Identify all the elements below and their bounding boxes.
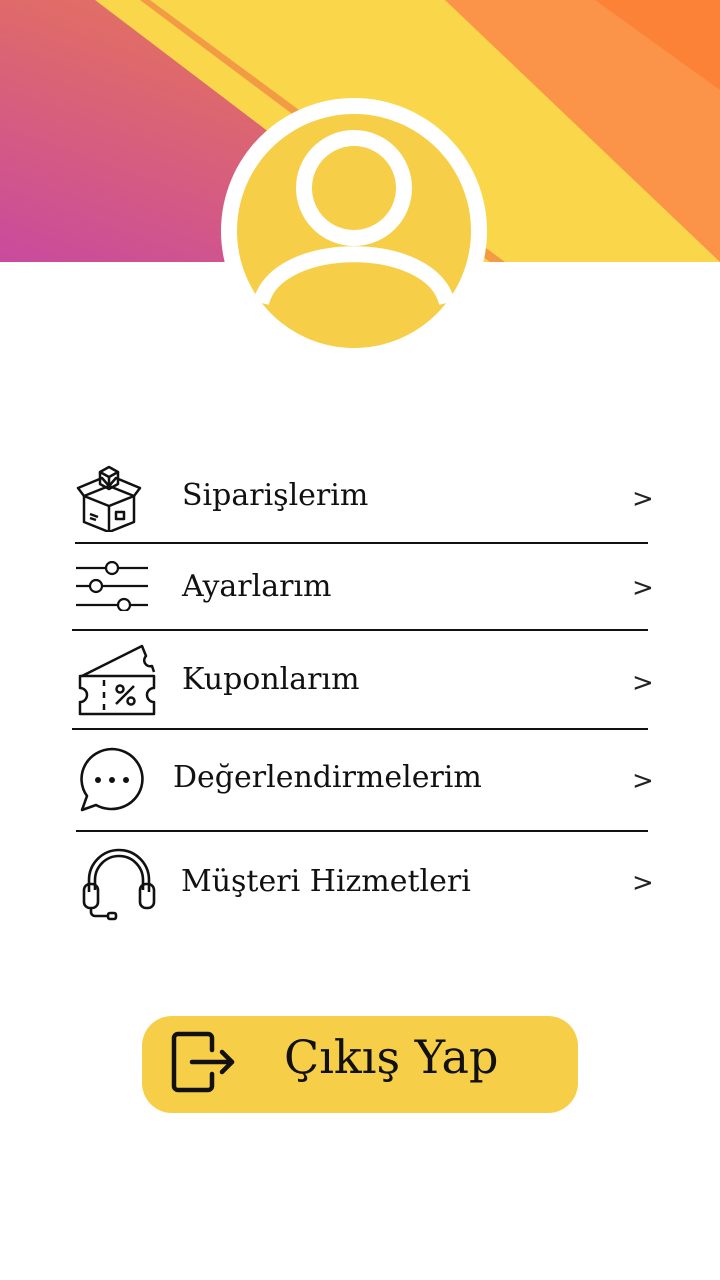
- menu-item-orders[interactable]: Siparişlerim >: [0, 460, 720, 540]
- logout-icon: [170, 1030, 236, 1100]
- user-avatar-icon: [221, 98, 487, 364]
- chevron-right-icon: >: [632, 766, 654, 796]
- menu-item-coupons[interactable]: Kuponlarım >: [0, 640, 720, 725]
- chevron-right-icon: >: [632, 668, 654, 698]
- chevron-right-icon: >: [632, 868, 654, 898]
- chat-bubble-icon: [78, 746, 146, 818]
- menu-item-label: Ayarlarım: [182, 569, 332, 604]
- chevron-right-icon: >: [632, 573, 654, 603]
- divider: [72, 629, 648, 631]
- package-box-icon: [76, 462, 142, 536]
- divider: [72, 728, 648, 730]
- profile-avatar[interactable]: [221, 98, 487, 364]
- menu-item-settings[interactable]: Ayarlarım >: [0, 555, 720, 625]
- menu-item-label: Siparişlerim: [182, 478, 369, 513]
- headset-icon: [80, 846, 158, 926]
- menu-item-label: Müşteri Hizmetleri: [181, 864, 471, 899]
- menu-item-label: Değerlendirmelerim: [173, 760, 482, 795]
- logout-button[interactable]: Çıkış Yap: [142, 1016, 578, 1113]
- menu-item-customer-service[interactable]: Müşteri Hizmetleri >: [0, 842, 720, 922]
- logout-label: Çıkış Yap: [284, 1030, 499, 1084]
- sliders-icon: [76, 560, 148, 615]
- menu-item-label: Kuponlarım: [182, 662, 360, 697]
- menu-item-reviews[interactable]: Değerlendirmelerim >: [0, 742, 720, 822]
- coupon-ticket-icon: [78, 642, 158, 722]
- chevron-right-icon: >: [632, 484, 654, 514]
- divider: [76, 830, 648, 832]
- divider: [75, 542, 648, 544]
